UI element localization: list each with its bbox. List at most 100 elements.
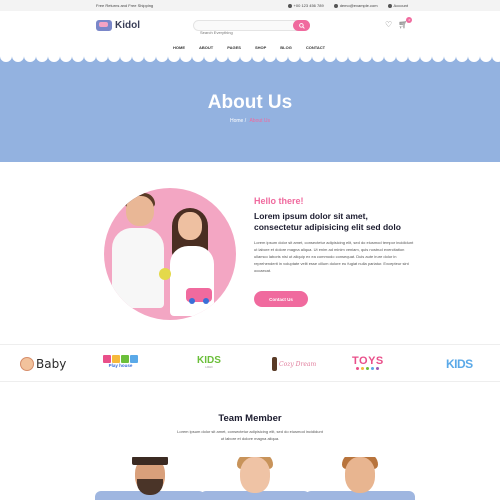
wishlist-heart-icon[interactable]: ♡: [385, 21, 392, 29]
nav-item-home[interactable]: HOME: [173, 45, 185, 50]
member-hat: [132, 457, 168, 465]
scallop-circle: [408, 56, 420, 62]
site-header: Kidol ♡ 🛒︎0: [0, 11, 500, 41]
toy-car: [186, 288, 212, 304]
scallop-circle: [192, 56, 204, 62]
brand-kids-subtext: LOGO: [205, 366, 213, 369]
email-link[interactable]: demo@example.com: [333, 3, 378, 8]
toy-blocks-icon: [103, 355, 138, 363]
brand-logo-kids-2[interactable]: KIDS: [446, 355, 473, 373]
breadcrumb-current: About Us: [249, 118, 271, 124]
nav-item-about[interactable]: ABOUT: [199, 45, 213, 50]
team-section-description: Lorem ipsum dolor sit amet, consectetur …: [177, 429, 323, 441]
breadcrumb-separator: /: [244, 118, 247, 124]
toy-ball: [159, 268, 171, 280]
about-greeting: Hello there!: [254, 196, 304, 206]
boy-shirt: [112, 228, 164, 308]
scallop-circle: [180, 56, 192, 62]
brand-dream-text: Cozy Dream: [279, 360, 317, 368]
about-kids-image: [104, 188, 236, 320]
brand-logo-baby[interactable]: Baby: [20, 355, 66, 373]
scallop-circle: [204, 56, 216, 62]
about-headline: Lorem ipsum dolor sit amet, consectetur …: [254, 211, 401, 232]
girl-shirt: [170, 246, 214, 316]
scallop-circle: [48, 56, 60, 62]
team-member-card[interactable]: [305, 457, 415, 500]
logo-text: Kidol: [115, 20, 140, 31]
scallop-circle: [120, 56, 132, 62]
scallop-circle: [420, 56, 432, 62]
scallop-circle: [372, 56, 384, 62]
promo-text: Free Returns and Free Shipping: [96, 3, 154, 8]
boy-face: [126, 196, 154, 226]
nav-item-pages[interactable]: PAGES: [227, 45, 241, 50]
cart-count-badge: 0: [406, 17, 413, 23]
brand-logos-strip: Baby Play house KIDS LOGO Cozy Dream TOY…: [0, 344, 500, 382]
cart-icon[interactable]: 🛒︎ 0: [398, 17, 413, 29]
scallop-circle: [252, 56, 264, 62]
search-icon: [298, 22, 305, 29]
page-title: About Us: [207, 92, 293, 113]
figure-icon: [272, 357, 277, 371]
search-button[interactable]: [293, 20, 310, 31]
scallop-circle: [36, 56, 48, 62]
scallop-circle: [156, 56, 168, 62]
brand-logo-play-house[interactable]: Play house: [103, 355, 138, 373]
user-icon: [387, 3, 392, 8]
scallop-circle: [324, 56, 336, 62]
team-member-card[interactable]: [95, 457, 205, 500]
brand-toys-text: TOYS: [352, 355, 384, 367]
scallop-circle: [168, 56, 180, 62]
search-input[interactable]: [194, 28, 289, 37]
scallop-circle: [276, 56, 288, 62]
scallop-circle: [132, 56, 144, 62]
scallop-circle: [72, 56, 84, 62]
member-photo: [240, 457, 270, 493]
scallop-circle: [492, 56, 500, 62]
brand-kids2-text: KIDS: [446, 357, 473, 371]
team-section-title: Team Member: [218, 413, 282, 424]
scallop-circle: [312, 56, 324, 62]
toys-dots-decoration: [356, 367, 380, 370]
main-nav: HOME ABOUT PAGES SHOP BLOG CONTACT: [0, 41, 500, 56]
scallop-circle: [84, 56, 96, 62]
page-hero: About Us Home / About Us: [0, 56, 500, 162]
breadcrumb-home[interactable]: Home: [230, 118, 243, 124]
nav-item-contact[interactable]: CONTACT: [306, 45, 325, 50]
scallop-circle: [108, 56, 120, 62]
search-bar: [193, 20, 310, 37]
about-content: Hello there! Lorem ipsum dolor sit amet,…: [254, 196, 414, 274]
nav-item-blog[interactable]: BLOG: [280, 45, 292, 50]
scallop-circle: [384, 56, 396, 62]
scallop-border: [0, 56, 500, 62]
baby-face-icon: [20, 357, 34, 371]
scallop-circle: [468, 56, 480, 62]
site-logo[interactable]: Kidol: [96, 20, 140, 31]
scallop-circle: [24, 56, 36, 62]
account-text: Account: [393, 3, 408, 8]
nav-item-shop[interactable]: SHOP: [255, 45, 266, 50]
contact-us-button[interactable]: Contact Us: [254, 291, 308, 307]
mail-icon: [333, 3, 338, 8]
top-bar-links: +00 123 456 789 demo@example.com Account: [287, 3, 408, 8]
scallop-circle: [96, 56, 108, 62]
team-member-card[interactable]: [200, 457, 310, 500]
scallop-circle: [300, 56, 312, 62]
scallop-circle: [456, 56, 468, 62]
scallop-circle: [60, 56, 72, 62]
breadcrumb: Home / About Us: [0, 118, 500, 124]
account-link[interactable]: Account: [387, 3, 408, 8]
phone-link[interactable]: +00 123 456 789: [287, 3, 324, 8]
scallop-circle: [0, 56, 12, 62]
scallop-circle: [480, 56, 492, 62]
scallop-circle: [360, 56, 372, 62]
brand-logo-toys[interactable]: TOYS: [352, 355, 384, 373]
scallop-circle: [240, 56, 252, 62]
scallop-circle: [444, 56, 456, 62]
scallop-circle: [144, 56, 156, 62]
brand-logo-kids[interactable]: KIDS LOGO: [197, 355, 221, 373]
brand-logo-dream[interactable]: Cozy Dream: [272, 355, 316, 373]
phone-text: +00 123 456 789: [293, 3, 324, 8]
scallop-circle: [396, 56, 408, 62]
scallop-circle: [288, 56, 300, 62]
